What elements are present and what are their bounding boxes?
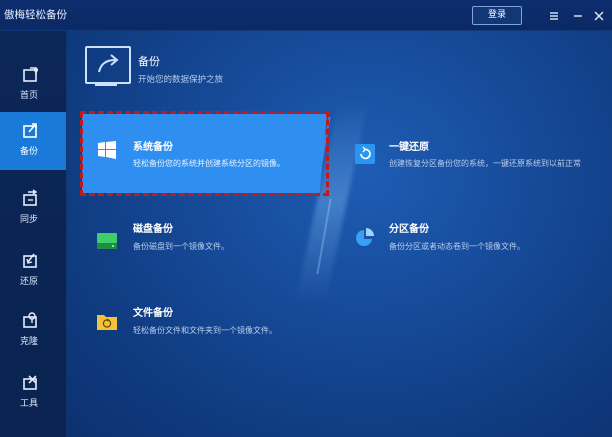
page-title: 备份 [138, 55, 160, 68]
sidebar-item-label: 首页 [19, 91, 38, 101]
sidebar-item-clone[interactable]: 克隆 [0, 302, 66, 360]
card-title: 文件备份 [133, 308, 173, 319]
backup-icon [20, 120, 42, 142]
clone-icon [20, 310, 42, 332]
home-icon [20, 64, 42, 86]
sidebar-item-label: 同步 [19, 215, 38, 225]
sidebar-item-sync[interactable]: 同步 [0, 180, 66, 238]
card-description: 备份磁盘到一个镜像文件。 [133, 242, 229, 251]
card-description: 创建恢复分区备份您的系统，一键还原系统到以前正常 [389, 159, 581, 168]
selection-highlight [80, 111, 329, 196]
sidebar-item-backup[interactable]: 备份 [0, 112, 66, 170]
sidebar-item-label: 备份 [19, 147, 38, 157]
card-title: 一键还原 [389, 142, 429, 153]
card-description: 轻松备份文件和文件夹到一个镜像文件。 [133, 326, 277, 335]
restore-icon [20, 250, 42, 272]
sidebar-item-tools[interactable]: 工具 [0, 364, 66, 422]
sidebar-item-label: 工具 [19, 399, 38, 409]
one-key-restore-icon [354, 143, 376, 169]
monitor-arrow-icon [85, 46, 131, 84]
card-title: 分区备份 [389, 224, 429, 235]
sidebar-item-label: 还原 [19, 277, 38, 287]
card-title: 磁盘备份 [133, 224, 173, 235]
monitor-stand [95, 83, 117, 86]
page-subtitle: 开始您的数据保护之旅 [138, 75, 224, 85]
app-title: 傲梅轻松备份 [4, 9, 67, 21]
sidebar-item-home[interactable]: 首页 [0, 56, 66, 114]
one-key-restore-card[interactable] [337, 117, 607, 192]
sync-icon [20, 188, 42, 210]
tools-icon [20, 372, 42, 394]
title-bar: 傲梅轻松备份 登录 [0, 0, 612, 31]
file-folder-icon [96, 311, 118, 335]
minimize-icon[interactable] [571, 8, 585, 22]
sidebar-item-restore[interactable]: 还原 [0, 242, 66, 300]
sidebar: 首页 备份 同步 还原 克隆 工具 [0, 31, 67, 437]
login-button[interactable]: 登录 [472, 6, 522, 25]
card-title: 系统备份 [133, 142, 173, 153]
disk-icon [96, 231, 118, 255]
windows-icon [97, 140, 117, 164]
menu-icon[interactable] [547, 8, 561, 22]
main-panel: 备份 开始您的数据保护之旅 系统备份 轻松备份您的系统并创建系统分区的镜像。 一… [67, 31, 612, 437]
partition-pie-icon [354, 227, 376, 253]
card-description: 备份分区或者动态卷到一个镜像文件。 [389, 242, 525, 251]
sidebar-item-label: 克隆 [19, 337, 38, 347]
close-icon[interactable] [592, 8, 606, 22]
card-description: 轻松备份您的系统并创建系统分区的镜像。 [133, 159, 285, 168]
